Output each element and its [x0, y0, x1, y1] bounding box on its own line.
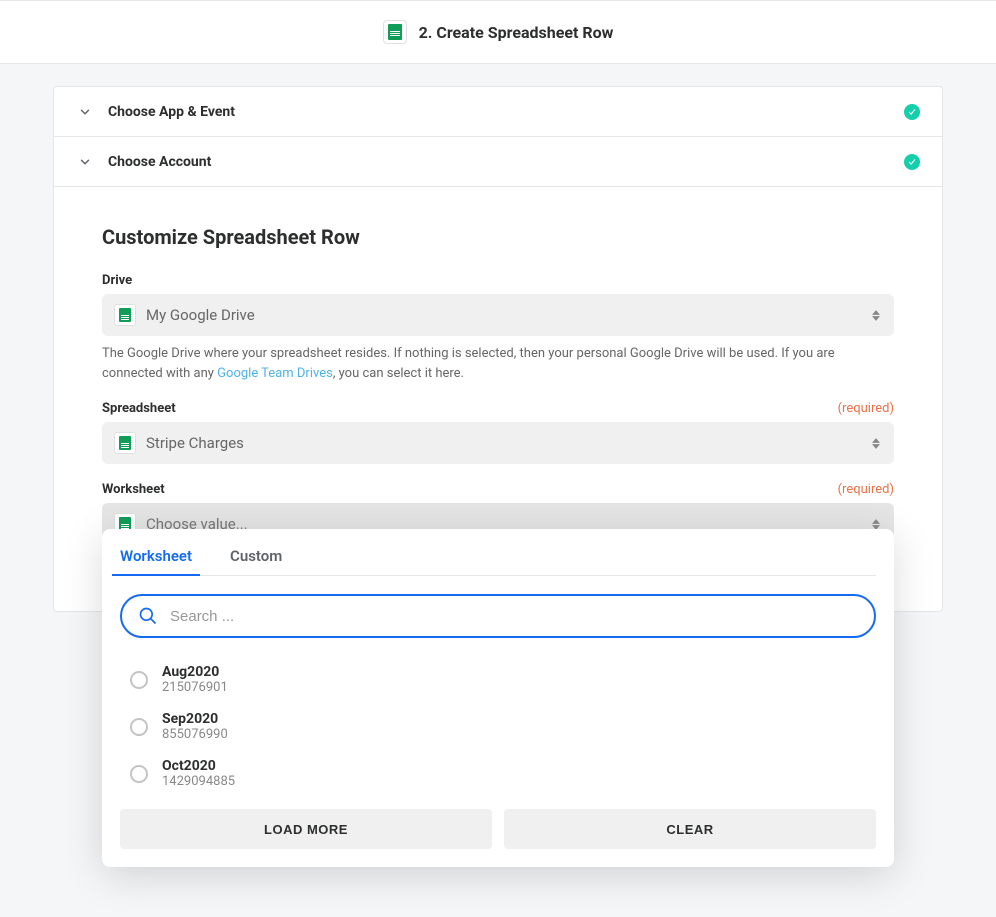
- radio-icon: [130, 765, 148, 783]
- worksheet-dropdown: Worksheet Custom Aug2020 215076901: [102, 529, 894, 867]
- drive-select[interactable]: My Google Drive: [102, 294, 894, 336]
- section-heading: Customize Spreadsheet Row: [102, 225, 894, 249]
- google-sheets-icon: [114, 304, 136, 326]
- field-label: Worksheet: [102, 482, 165, 497]
- section-choose-app-event[interactable]: Choose App & Event: [54, 87, 942, 137]
- team-drives-link[interactable]: Google Team Drives: [217, 366, 333, 381]
- load-more-button[interactable]: LOAD MORE: [120, 809, 492, 849]
- dropdown-tabs: Worksheet Custom: [120, 547, 876, 576]
- updown-icon: [870, 519, 882, 530]
- option-name: Aug2020: [162, 664, 228, 680]
- drive-value: My Google Drive: [146, 306, 870, 324]
- option-oct2020[interactable]: Oct2020 1429094885: [120, 750, 876, 797]
- section-choose-account[interactable]: Choose Account: [54, 137, 942, 187]
- option-name: Sep2020: [162, 711, 228, 727]
- radio-icon: [130, 671, 148, 689]
- required-tag: (required): [838, 401, 894, 416]
- search-field[interactable]: [120, 594, 876, 638]
- option-name: Oct2020: [162, 758, 235, 774]
- option-id: 855076990: [162, 727, 228, 742]
- field-label: Spreadsheet: [102, 401, 176, 416]
- dropdown-actions: LOAD MORE CLEAR: [120, 809, 876, 849]
- search-input[interactable]: [170, 608, 858, 625]
- page-header: 2. Create Spreadsheet Row: [0, 0, 996, 64]
- check-icon: [904, 154, 920, 170]
- chevron-down-icon: [76, 153, 94, 171]
- field-drive: Drive My Google Drive The Google Drive w…: [102, 273, 894, 383]
- main-panel: Choose App & Event Choose Account Custom…: [53, 86, 943, 612]
- customize-content: Customize Spreadsheet Row Drive My Googl…: [54, 187, 942, 611]
- header-title: 2. Create Spreadsheet Row: [419, 23, 614, 42]
- spreadsheet-value: Stripe Charges: [146, 434, 870, 452]
- section-title: Choose Account: [108, 154, 211, 170]
- option-id: 215076901: [162, 680, 228, 695]
- tab-worksheet[interactable]: Worksheet: [120, 547, 192, 575]
- check-icon: [904, 104, 920, 120]
- option-list: Aug2020 215076901 Sep2020 855076990 Oct2…: [120, 656, 876, 797]
- chevron-down-icon: [76, 103, 94, 121]
- google-sheets-icon: [383, 20, 407, 44]
- section-title: Choose App & Event: [108, 104, 235, 120]
- clear-button[interactable]: CLEAR: [504, 809, 876, 849]
- updown-icon: [870, 310, 882, 321]
- option-id: 1429094885: [162, 774, 235, 789]
- spreadsheet-select[interactable]: Stripe Charges: [102, 422, 894, 464]
- field-label: Drive: [102, 273, 132, 288]
- field-spreadsheet: Spreadsheet (required) Stripe Charges: [102, 401, 894, 464]
- option-sep2020[interactable]: Sep2020 855076990: [120, 703, 876, 750]
- drive-helper: The Google Drive where your spreadsheet …: [102, 344, 894, 383]
- required-tag: (required): [838, 482, 894, 497]
- updown-icon: [870, 438, 882, 449]
- option-aug2020[interactable]: Aug2020 215076901: [120, 656, 876, 703]
- search-icon: [138, 606, 158, 626]
- tab-custom[interactable]: Custom: [230, 547, 282, 575]
- google-sheets-icon: [114, 432, 136, 454]
- radio-icon: [130, 718, 148, 736]
